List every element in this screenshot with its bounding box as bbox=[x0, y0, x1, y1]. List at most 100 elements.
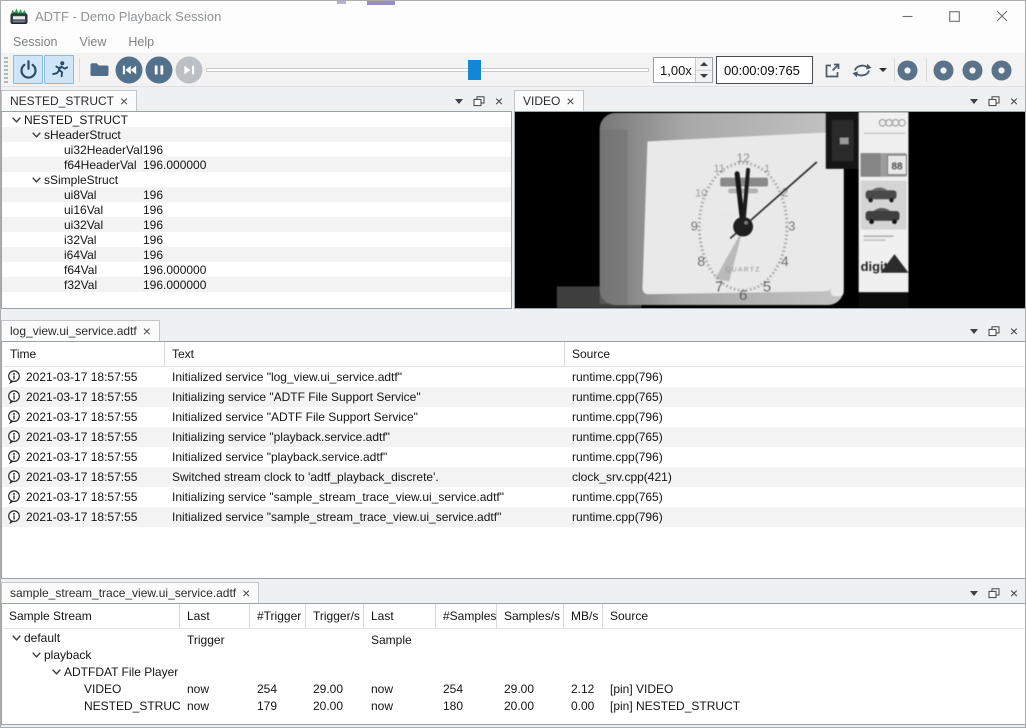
column-header-source[interactable]: Source bbox=[565, 342, 1026, 366]
stream-row[interactable]: ADTFDAT File Player bbox=[2, 663, 1026, 680]
record-button-3[interactable] bbox=[962, 60, 983, 81]
titlebar[interactable]: ADTF - Demo Playback Session bbox=[1, 1, 1025, 31]
detach-window-button[interactable] bbox=[819, 57, 845, 83]
column-header-num-trigger[interactable]: #Trigger bbox=[250, 604, 306, 628]
tree-row[interactable]: sHeaderStruct bbox=[2, 127, 511, 142]
close-button[interactable] bbox=[978, 1, 1025, 31]
log-row[interactable]: 2021-03-17 18:57:55 Initializing service… bbox=[2, 487, 1026, 507]
log-source: runtime.cpp(796) bbox=[565, 410, 1026, 424]
menu-item[interactable]: Session bbox=[3, 31, 67, 53]
pause-button[interactable] bbox=[145, 56, 173, 84]
dock-float-icon[interactable] bbox=[988, 96, 1000, 107]
tree-row[interactable]: i64Val 196 bbox=[2, 247, 511, 262]
shutdown-level-button[interactable] bbox=[13, 55, 43, 84]
record-button-4[interactable] bbox=[991, 60, 1012, 81]
record-button-2[interactable] bbox=[933, 60, 954, 81]
column-header-trigger-per-s[interactable]: Trigger/s bbox=[306, 604, 364, 628]
tree-row[interactable]: ui16Val 196 bbox=[2, 202, 511, 217]
jump-to-start-button[interactable] bbox=[115, 56, 143, 84]
dock-menu-icon[interactable] bbox=[970, 591, 978, 596]
column-header-time[interactable]: Time bbox=[2, 342, 165, 366]
tab-close-icon[interactable]: × bbox=[242, 587, 250, 599]
column-header-sample-stream[interactable]: Sample Stream bbox=[2, 604, 180, 628]
tab-close-icon[interactable]: × bbox=[120, 95, 128, 107]
column-header-last-trigger[interactable]: Last Trigger bbox=[180, 604, 250, 628]
stream-row[interactable]: playback bbox=[2, 646, 1026, 663]
dock-menu-icon[interactable] bbox=[970, 99, 978, 104]
tree-row[interactable]: ui32HeaderVal 196 bbox=[2, 142, 511, 157]
tree-row[interactable]: ui8Val 196 bbox=[2, 187, 511, 202]
slider-handle[interactable] bbox=[468, 60, 481, 80]
column-header-mb-per-s[interactable]: MB/s bbox=[564, 604, 603, 628]
dock-menu-icon[interactable] bbox=[970, 329, 978, 334]
dock-close-icon[interactable]: × bbox=[495, 96, 503, 107]
tab-close-icon[interactable]: × bbox=[566, 95, 574, 107]
log-row[interactable]: 2021-03-17 18:57:55 Initializing service… bbox=[2, 387, 1026, 407]
speed-decrease-button[interactable] bbox=[696, 71, 712, 83]
dock-menu-icon[interactable] bbox=[455, 99, 463, 104]
jump-to-end-button[interactable] bbox=[175, 56, 203, 84]
log-row[interactable]: 2021-03-17 18:57:55 Initialized service … bbox=[2, 507, 1026, 527]
column-header-samples-per-s[interactable]: Samples/s bbox=[497, 604, 564, 628]
dock-float-icon[interactable] bbox=[988, 326, 1000, 337]
log-row[interactable]: 2021-03-17 18:57:55 Switched stream cloc… bbox=[2, 467, 1026, 487]
playback-position-slider[interactable] bbox=[206, 56, 649, 84]
toolbar-drag-handle[interactable] bbox=[4, 57, 8, 83]
log-source: runtime.cpp(796) bbox=[565, 450, 1026, 464]
tree-item-label: ui16Val bbox=[64, 203, 103, 217]
dock-float-icon[interactable] bbox=[988, 588, 1000, 599]
chevron-down-icon[interactable] bbox=[28, 132, 44, 138]
log-row[interactable]: 2021-03-17 18:57:55 Initialized service … bbox=[2, 407, 1026, 427]
column-header-source[interactable]: Source bbox=[603, 604, 1026, 628]
cell-last-trigger: now bbox=[180, 699, 250, 713]
open-file-button[interactable] bbox=[85, 55, 113, 84]
tab-video[interactable]: VIDEO × bbox=[514, 90, 584, 111]
maximize-button[interactable] bbox=[931, 1, 978, 31]
menu-item[interactable]: Help bbox=[118, 31, 164, 53]
tab-nested-struct[interactable]: NESTED_STRUCT × bbox=[1, 90, 137, 111]
column-header-last-sample[interactable]: Last Sample bbox=[364, 604, 436, 628]
tab-close-icon[interactable]: × bbox=[143, 325, 151, 337]
dock-close-icon[interactable]: × bbox=[1010, 96, 1018, 107]
minimize-button[interactable] bbox=[884, 1, 931, 31]
tree-row[interactable]: f64Val 196.000000 bbox=[2, 262, 511, 277]
log-row[interactable]: 2021-03-17 18:57:55 Initialized service … bbox=[2, 447, 1026, 467]
log-row[interactable]: 2021-03-17 18:57:55 Initialized service … bbox=[2, 367, 1026, 387]
log-row[interactable]: 2021-03-17 18:57:55 Initializing service… bbox=[2, 427, 1026, 447]
dock-close-icon[interactable]: × bbox=[1010, 326, 1018, 337]
playback-time-field[interactable] bbox=[716, 56, 813, 84]
speed-increase-button[interactable] bbox=[696, 58, 712, 71]
tree-row[interactable]: f64HeaderVal 196.000000 bbox=[2, 157, 511, 172]
dock-close-icon[interactable]: × bbox=[1010, 588, 1018, 599]
chevron-down-icon[interactable] bbox=[8, 117, 24, 123]
chevron-down-icon[interactable] bbox=[48, 669, 64, 675]
slider-track[interactable] bbox=[206, 68, 649, 72]
tree-row[interactable]: ui32Val 196 bbox=[2, 217, 511, 232]
chevron-down-icon[interactable] bbox=[8, 635, 24, 641]
tree-row[interactable]: i32Val 196 bbox=[2, 232, 511, 247]
column-header-text[interactable]: Text bbox=[165, 342, 565, 366]
dropdown-arrow-icon bbox=[879, 68, 887, 72]
tree-item-label: NESTED_STRUCT bbox=[24, 113, 128, 127]
stream-name: ADTFDAT File Player bbox=[64, 665, 178, 679]
stream-row[interactable]: default bbox=[2, 629, 1026, 646]
tree-row[interactable]: f32Val 196.000000 bbox=[2, 277, 511, 292]
column-header-num-samples[interactable]: #Samples bbox=[436, 604, 497, 628]
stream-row[interactable]: VIDEO now 254 29.00 now 254 29.00 2.12 [… bbox=[2, 680, 1026, 697]
stream-row[interactable]: NESTED_STRUCT now 179 20.00 now 180 20.0… bbox=[2, 697, 1026, 714]
record-button[interactable] bbox=[897, 60, 918, 81]
trace-table: Sample Stream Last Trigger #Trigger Trig… bbox=[1, 603, 1026, 725]
loop-mode-button[interactable] bbox=[848, 57, 890, 83]
menu-item[interactable]: View bbox=[69, 31, 116, 53]
tab-trace-view[interactable]: sample_stream_trace_view.ui_service.adtf… bbox=[1, 582, 259, 603]
log-panel: log_view.ui_service.adtf × × Time Text S… bbox=[1, 319, 1026, 581]
chevron-down-icon[interactable] bbox=[28, 652, 44, 658]
chevron-down-icon[interactable] bbox=[28, 177, 44, 183]
close-icon bbox=[996, 10, 1008, 22]
running-level-button[interactable] bbox=[44, 55, 74, 84]
speed-input[interactable] bbox=[654, 58, 695, 82]
tree-row[interactable]: sSimpleStruct bbox=[2, 172, 511, 187]
tab-log-view[interactable]: log_view.ui_service.adtf × bbox=[1, 320, 160, 341]
dock-float-icon[interactable] bbox=[473, 96, 485, 107]
tree-row[interactable]: NESTED_STRUCT bbox=[2, 112, 511, 127]
